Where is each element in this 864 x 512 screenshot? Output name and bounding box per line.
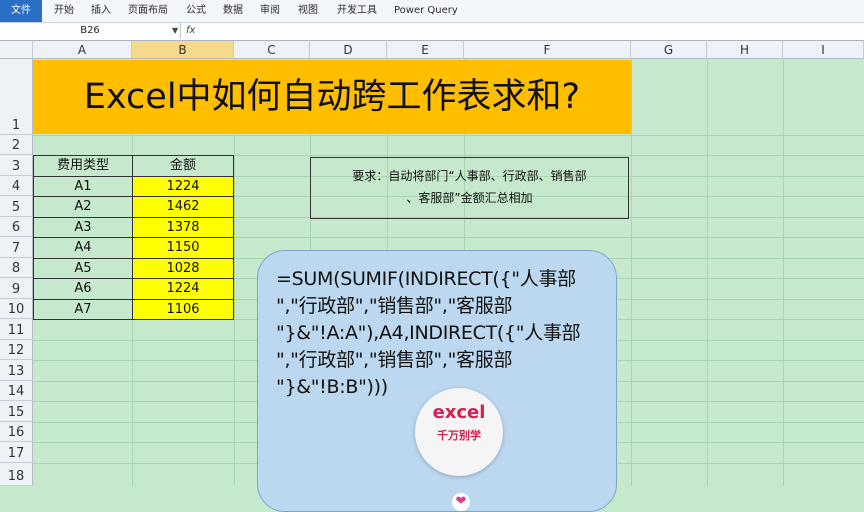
- page-title: Excel中如何自动跨工作表求和?: [83, 77, 581, 117]
- table-cell-amount[interactable]: 1028: [132, 258, 234, 279]
- column-header-a[interactable]: A: [33, 41, 132, 59]
- formula-line: =SUM(SUMIF(INDIRECT({"人事部: [276, 268, 576, 290]
- formula-text: =SUM(SUMIF(INDIRECT({"人事部 ","行政部","销售部",…: [276, 266, 606, 401]
- row-number: 9: [11, 282, 21, 297]
- table-header-type[interactable]: 费用类型: [33, 155, 133, 177]
- row-number: 11: [7, 323, 25, 338]
- logo-subtext: 千万别学: [437, 429, 481, 442]
- table-header-amount[interactable]: 金额: [132, 155, 234, 177]
- ribbon-tabs: 文件 开始 插入 页面布局 公式 数据 审阅 视图 开发工具 Power Que…: [0, 0, 864, 23]
- table-cell-type[interactable]: A6: [33, 278, 133, 300]
- row-header-17[interactable]: 17: [0, 442, 33, 463]
- row-number: 13: [7, 364, 25, 379]
- row-number: 16: [7, 425, 25, 440]
- row-header-13[interactable]: 13: [0, 360, 33, 381]
- table-cell-amount[interactable]: 1224: [132, 278, 234, 300]
- column-header-c[interactable]: C: [234, 41, 310, 59]
- row-number: 6: [11, 220, 21, 235]
- tab-formulas[interactable]: 公式: [186, 0, 206, 22]
- requirement-textbox[interactable]: 要求：自动将部门“人事部、行政部、销售部 、客服部”金额汇总相加: [310, 157, 629, 219]
- tab-data[interactable]: 数据: [223, 0, 243, 22]
- fx-label: fx: [186, 25, 196, 36]
- excel-logo-watermark: excel 千万别学: [415, 388, 503, 476]
- table-cell-type[interactable]: A1: [33, 176, 133, 197]
- heart-icon: ❤: [452, 493, 470, 511]
- tab-power-query[interactable]: Power Query: [394, 0, 458, 22]
- tab-page-layout[interactable]: 页面布局: [128, 0, 168, 22]
- row-header-7[interactable]: 7: [0, 237, 33, 258]
- row-number: 18: [7, 469, 25, 484]
- chevron-down-icon[interactable]: ▼: [172, 23, 178, 39]
- row-number: 2: [11, 138, 21, 153]
- column-header-d[interactable]: D: [310, 41, 387, 59]
- row-number: 15: [7, 405, 25, 420]
- select-all-corner[interactable]: [0, 41, 33, 59]
- formula-line: ","行政部","销售部","客服部: [276, 295, 513, 317]
- row-header-12[interactable]: 12: [0, 340, 33, 360]
- tab-developer[interactable]: 开发工具: [337, 0, 377, 22]
- tab-insert[interactable]: 插入: [91, 0, 111, 22]
- row-number: 4: [11, 179, 21, 194]
- column-header-f[interactable]: F: [464, 41, 631, 59]
- table-cell-type[interactable]: A4: [33, 237, 133, 259]
- row-header-2[interactable]: 2: [0, 135, 33, 155]
- table-cell-amount[interactable]: 1462: [132, 196, 234, 218]
- column-header-g[interactable]: G: [631, 41, 707, 59]
- row-header-1[interactable]: 1: [0, 59, 33, 135]
- tab-home[interactable]: 开始: [54, 0, 74, 22]
- row-number: 7: [11, 241, 21, 256]
- worksheet-grid[interactable]: A B C D E F G H I 1 2 3 4 5 6 7 8 9 10 1…: [0, 41, 864, 512]
- tab-view[interactable]: 视图: [298, 0, 318, 22]
- formula-line: ","行政部","销售部","客服部: [276, 349, 513, 371]
- row-header-6[interactable]: 6: [0, 217, 33, 237]
- column-header-i[interactable]: I: [783, 41, 864, 59]
- table-cell-amount[interactable]: 1106: [132, 299, 234, 320]
- formula-bar: B26 ▼ fx: [0, 23, 864, 41]
- row-number: 3: [11, 159, 21, 174]
- fx-icon[interactable]: fx: [186, 23, 195, 39]
- row-number: 1: [11, 118, 21, 133]
- table-cell-amount[interactable]: 1378: [132, 217, 234, 238]
- requirement-line: 要求：自动将部门“人事部、行政部、销售部: [352, 169, 587, 183]
- row-number: 8: [11, 261, 21, 276]
- row-header-10[interactable]: 10: [0, 299, 33, 319]
- row-header-8[interactable]: 8: [0, 258, 33, 278]
- row-header-16[interactable]: 16: [0, 422, 33, 442]
- row-header-3[interactable]: 3: [0, 155, 33, 176]
- column-header-b[interactable]: B: [132, 41, 234, 59]
- row-header-18[interactable]: 18: [0, 463, 33, 486]
- table-cell-amount[interactable]: 1150: [132, 237, 234, 259]
- row-number: 14: [7, 384, 25, 399]
- row-number: 17: [7, 446, 25, 461]
- row-number: 12: [7, 343, 25, 358]
- table-cell-type[interactable]: A2: [33, 196, 133, 218]
- row-number: 5: [11, 200, 21, 215]
- gridline: [33, 135, 864, 136]
- requirement-line: 、客服部”金额汇总相加: [406, 191, 533, 205]
- table-cell-type[interactable]: A7: [33, 299, 133, 320]
- table-cell-type[interactable]: A3: [33, 217, 133, 238]
- table-cell-type[interactable]: A5: [33, 258, 133, 279]
- row-number: 10: [7, 302, 25, 317]
- column-header-e[interactable]: E: [387, 41, 464, 59]
- formula-line: "}&"!A:A"),A4,INDIRECT({"人事部: [276, 322, 581, 344]
- row-header-4[interactable]: 4: [0, 176, 33, 196]
- row-header-15[interactable]: 15: [0, 401, 33, 422]
- logo-text: excel: [432, 402, 486, 423]
- row-header-11[interactable]: 11: [0, 319, 33, 340]
- name-box[interactable]: B26: [0, 23, 181, 39]
- tab-file[interactable]: 文件: [0, 0, 42, 22]
- table-cell-amount[interactable]: 1224: [132, 176, 234, 197]
- column-header-h[interactable]: H: [707, 41, 783, 59]
- row-header-9[interactable]: 9: [0, 278, 33, 299]
- row-header-14[interactable]: 14: [0, 381, 33, 401]
- row-header-5[interactable]: 5: [0, 196, 33, 217]
- tab-review[interactable]: 审阅: [260, 0, 280, 22]
